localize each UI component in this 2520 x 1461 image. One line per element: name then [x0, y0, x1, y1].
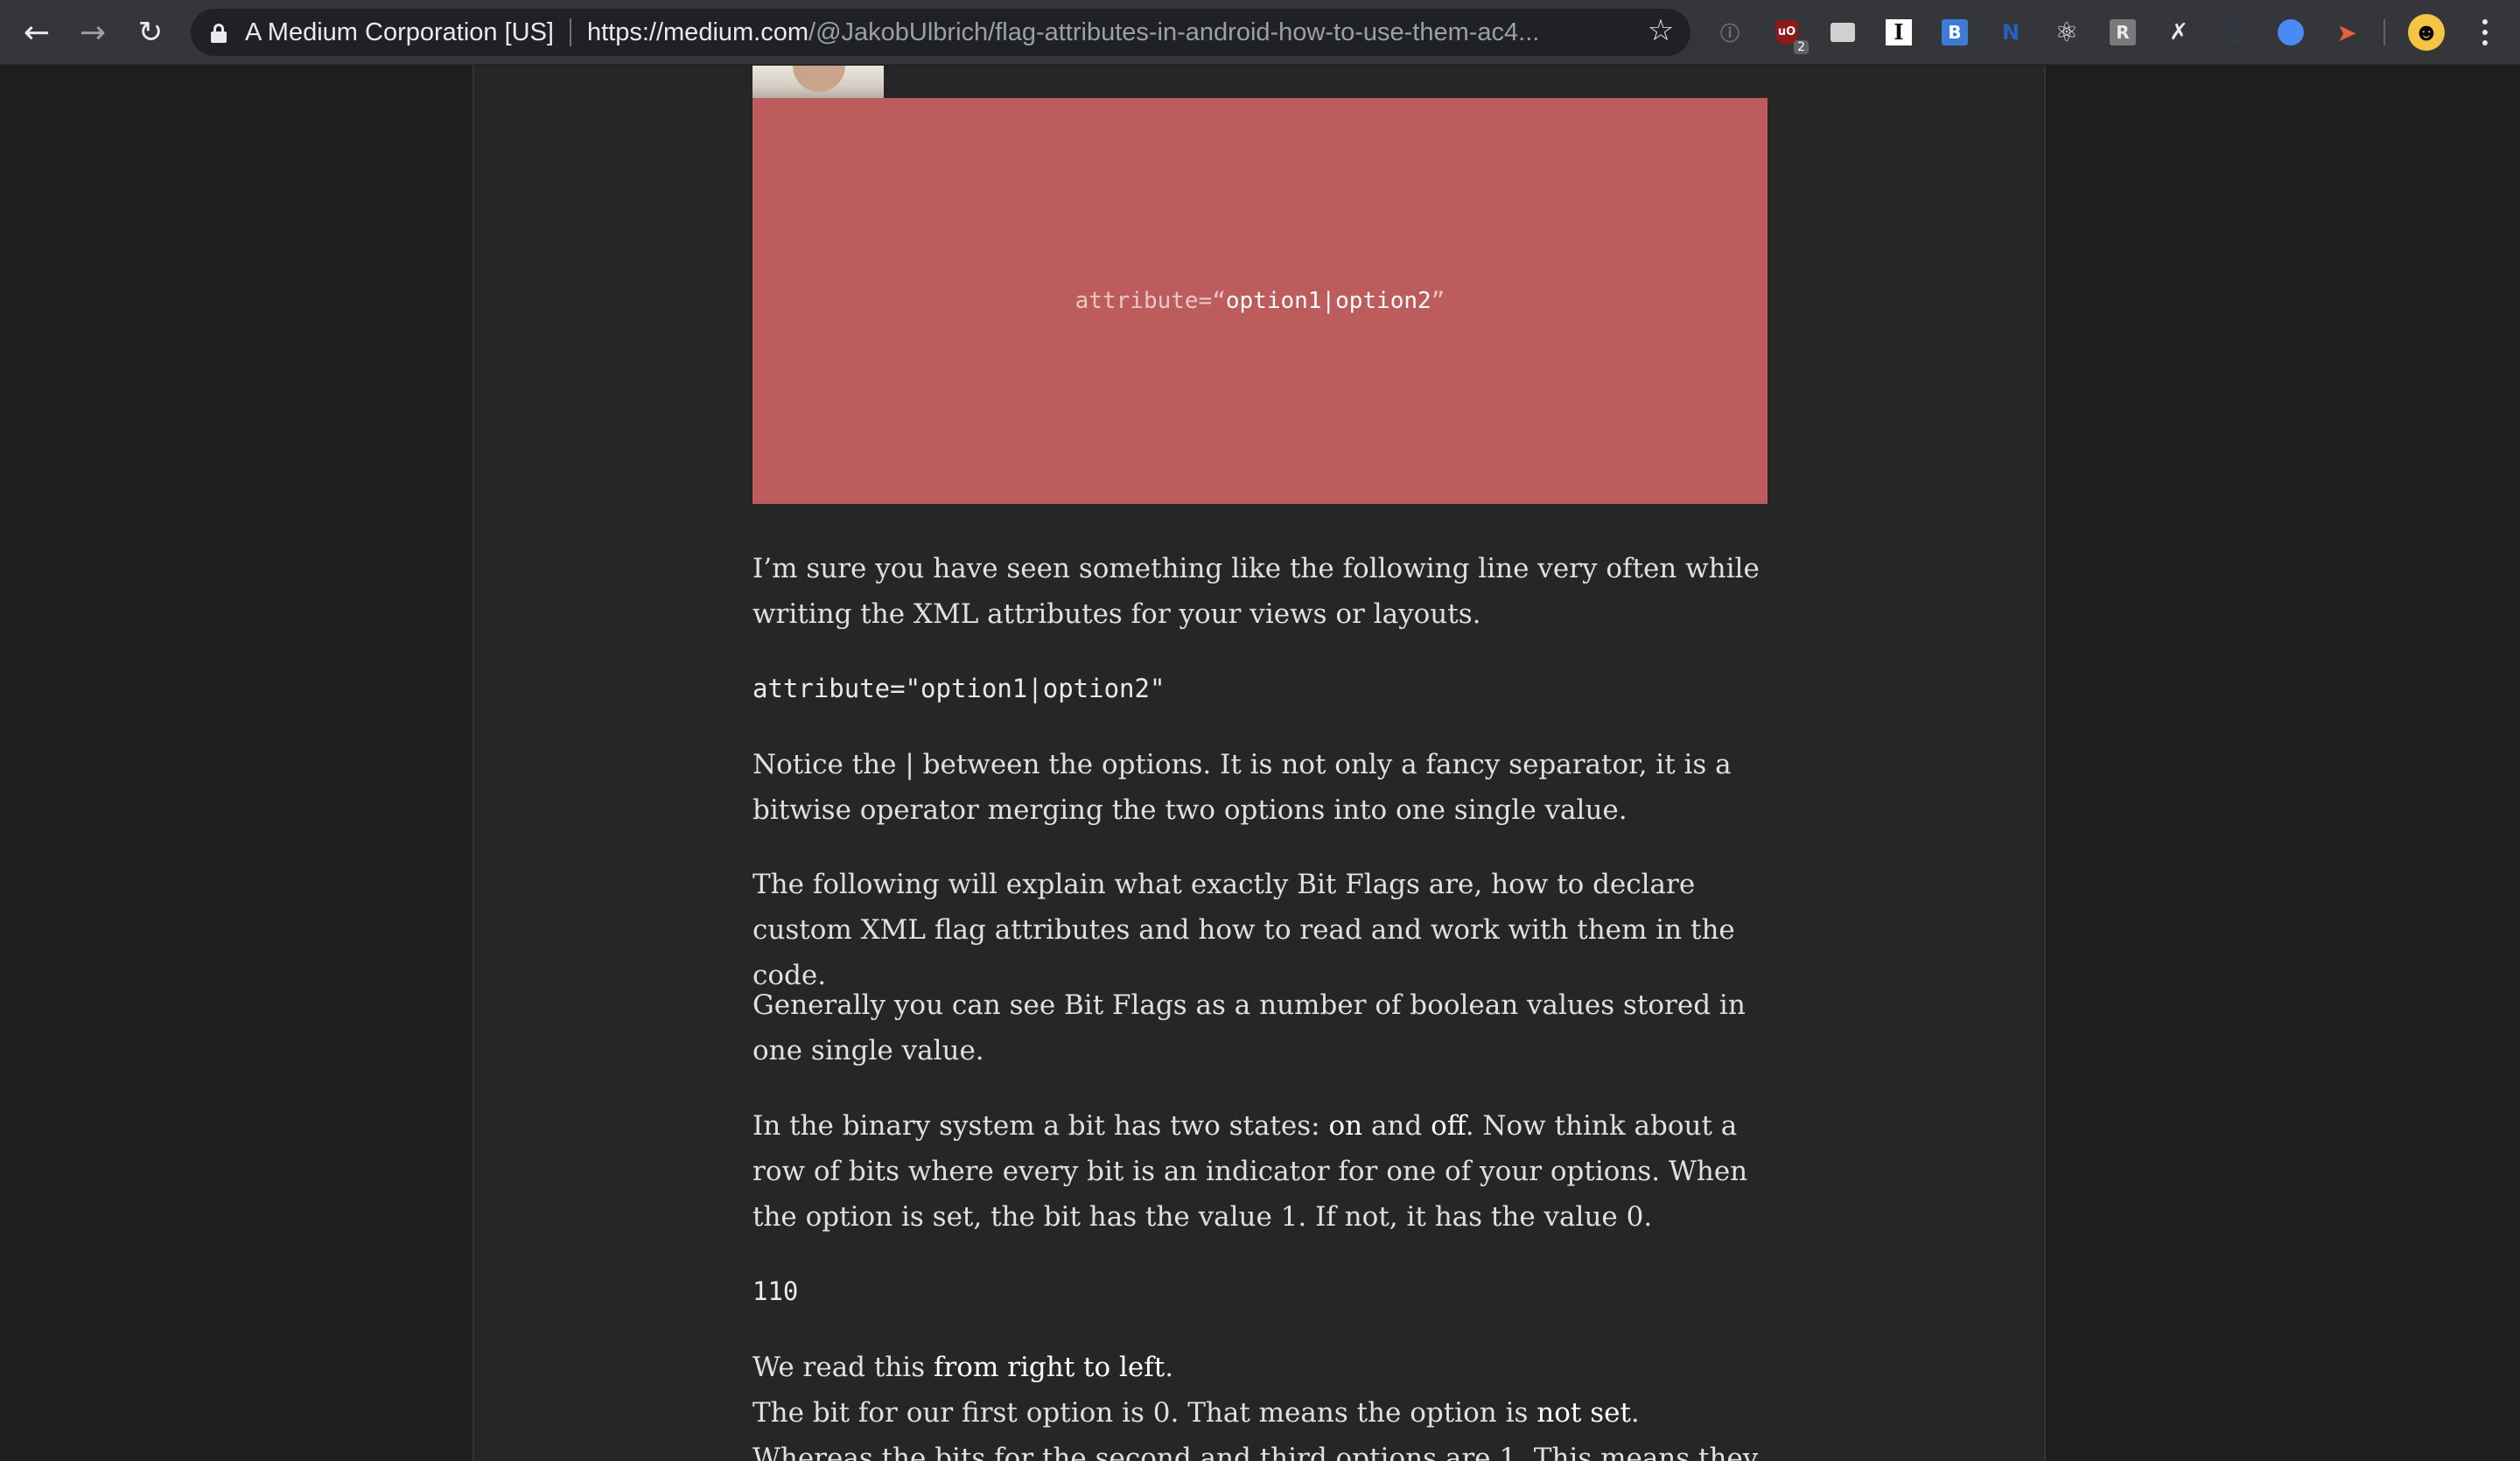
read-text-c: . — [1165, 1352, 1174, 1383]
paragraph-read-order: We read this from right to left. — [752, 1345, 1768, 1387]
hero-value: option1|option2 — [1225, 288, 1432, 314]
first-option-emphasis: not set — [1536, 1397, 1631, 1429]
read-text-a: We read this — [752, 1352, 934, 1383]
hero-key: attribute=“ — [1074, 288, 1226, 314]
site-identity[interactable]: A Medium Corporation [US] — [245, 18, 554, 47]
reload-icon[interactable]: ↻ — [122, 0, 178, 65]
address-bar[interactable]: A Medium Corporation [US] https://medium… — [191, 9, 1690, 56]
bookmark-star-icon[interactable]: ☆ — [1642, 13, 1680, 48]
paragraph-boolean: Generally you can see Bit Flags as a num… — [752, 989, 1746, 1066]
paragraph-explain: The following will explain what exactly … — [752, 869, 1735, 991]
hero-close: ” — [1431, 288, 1446, 314]
paragraph-intro: I’m sure you have seen something like th… — [752, 553, 1760, 630]
url-host: https://medium.com — [586, 17, 809, 46]
paragraph-binary: In the binary system a bit has two state… — [752, 1103, 1768, 1240]
binary-and: and — [1362, 1110, 1432, 1142]
first-option-text-a: The bit for our first option is 0. That … — [752, 1397, 1537, 1429]
binary-text-a: In the binary system a bit has two state… — [752, 1110, 1329, 1142]
forward-icon[interactable]: → — [65, 0, 121, 65]
hero-image: attribute=“option1|option2” — [752, 98, 1768, 504]
browser-toolbar: ← → ↻ A Medium Corporation [US] https://… — [0, 0, 2520, 65]
ublock-badge: 2 — [1794, 40, 1809, 54]
chat-extension-icon[interactable] — [1826, 16, 1859, 49]
binary-off: off — [1431, 1110, 1466, 1142]
url-text[interactable]: https://medium.com/@JakobUlbrich/flag-at… — [587, 18, 1539, 47]
video-extension-icon[interactable] — [2274, 16, 2307, 49]
lock-icon[interactable] — [210, 24, 228, 43]
info-extension-icon[interactable]: ⓘ — [1713, 16, 1746, 49]
react-devtools-icon[interactable]: ⚛ — [2050, 16, 2083, 49]
rocket-extension-icon[interactable]: ➤ — [2330, 16, 2363, 49]
code-line-bits: 110 — [752, 1276, 799, 1306]
bitwarden-extension-icon[interactable]: B — [1938, 16, 1971, 49]
filter-extension-icon[interactable]: ✗ — [2162, 16, 2195, 49]
circle-extension-icon[interactable] — [2218, 16, 2251, 49]
paragraph-separator: Notice the | between the options. It is … — [752, 749, 1732, 826]
instapaper-extension-icon[interactable]: I — [1882, 16, 1915, 49]
author-photo — [752, 66, 884, 99]
address-separator — [569, 18, 571, 46]
read-emphasis: from right to left — [933, 1352, 1166, 1383]
paragraph-first-option: The bit for our first option is 0. That … — [752, 1390, 1768, 1461]
ublock-extension-icon[interactable]: uO 2 — [1770, 16, 1809, 54]
back-icon[interactable]: ← — [9, 0, 65, 65]
browser-menu-icon[interactable] — [2468, 12, 2502, 52]
url-path: /@JakobUlbrich/flag-attributes-in-androi… — [808, 17, 1540, 46]
toolbar-divider — [2384, 19, 2385, 45]
r-extension-icon[interactable]: R — [2106, 16, 2139, 49]
profile-avatar-icon[interactable]: ☻ — [2408, 14, 2445, 51]
code-line-attribute: attribute="option1|option2" — [752, 674, 1166, 703]
n-extension-icon[interactable]: N — [1994, 16, 2027, 49]
binary-on: on — [1328, 1110, 1363, 1142]
